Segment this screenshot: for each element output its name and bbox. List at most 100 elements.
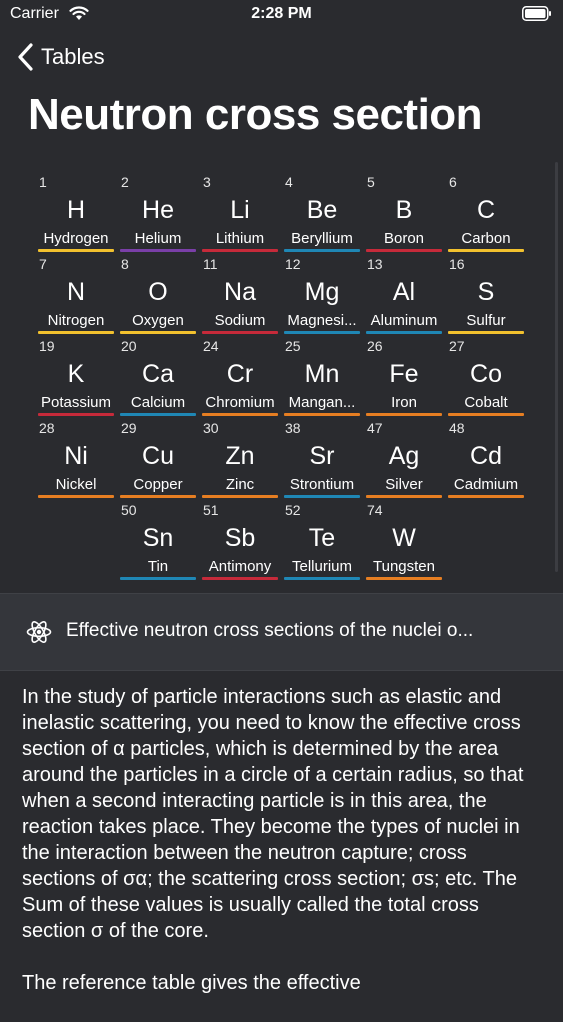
element-symbol: B <box>395 196 413 224</box>
atomic-number: 2 <box>121 174 129 190</box>
element-name: Sulfur <box>466 312 506 329</box>
element-cell-n[interactable]: 7 N Nitrogen <box>36 252 116 334</box>
atomic-number: 48 <box>449 420 465 436</box>
element-name: Nitrogen <box>47 312 105 329</box>
chevron-left-icon <box>18 43 33 71</box>
element-name: Helium <box>134 230 182 247</box>
category-bar <box>202 577 278 580</box>
info-row-title: Effective neutron cross sections of the … <box>66 620 474 641</box>
element-cell-sr[interactable]: 38 Sr Strontium <box>282 416 362 498</box>
element-symbol: O <box>148 278 168 306</box>
element-cell-mn[interactable]: 25 Mn Mangan... <box>282 334 362 416</box>
atomic-number: 29 <box>121 420 137 436</box>
element-symbol: Te <box>308 524 336 552</box>
element-cell-cd[interactable]: 48 Cd Cadmium <box>446 416 526 498</box>
description-paragraph: In the study of particle interactions su… <box>22 686 524 942</box>
element-cell-c[interactable]: 6 C Carbon <box>446 170 526 252</box>
element-cell-cu[interactable]: 29 Cu Copper <box>118 416 198 498</box>
atomic-number: 3 <box>203 174 211 190</box>
atomic-number: 28 <box>39 420 55 436</box>
element-cell-sn[interactable]: 50 Sn Tin <box>118 498 198 580</box>
atomic-number: 52 <box>285 502 301 518</box>
element-symbol: Mn <box>304 360 340 388</box>
element-name: Cobalt <box>464 394 508 411</box>
atomic-number: 20 <box>121 338 137 354</box>
element-cell-fe[interactable]: 26 Fe Iron <box>364 334 444 416</box>
back-button[interactable]: Tables <box>16 40 105 74</box>
element-name: Tin <box>147 558 169 575</box>
element-symbol: Ag <box>388 442 420 470</box>
element-name: Lithium <box>215 230 265 247</box>
element-name: Silver <box>385 476 423 493</box>
element-symbol: Cr <box>226 360 254 388</box>
battery-icon <box>522 6 551 21</box>
element-name: Potassium <box>40 394 112 411</box>
atomic-number: 47 <box>367 420 383 436</box>
element-cell-he[interactable]: 2 He Helium <box>118 170 198 252</box>
category-bar <box>366 577 442 580</box>
element-symbol: Be <box>306 196 338 224</box>
element-cell-al[interactable]: 13 Al Aluminum <box>364 252 444 334</box>
atomic-number: 25 <box>285 338 301 354</box>
atomic-number: 8 <box>121 256 129 272</box>
element-symbol: Ca <box>142 360 174 388</box>
atomic-number: 30 <box>203 420 219 436</box>
element-cell-ca[interactable]: 20 Ca Calcium <box>118 334 198 416</box>
element-name: Magnesi... <box>287 312 357 329</box>
element-cell-co[interactable]: 27 Co Cobalt <box>446 334 526 416</box>
element-symbol: K <box>67 360 85 388</box>
element-cell-b[interactable]: 5 B Boron <box>364 170 444 252</box>
info-row[interactable]: Effective neutron cross sections of the … <box>0 593 563 671</box>
atomic-number: 5 <box>367 174 375 190</box>
element-name: Oxygen <box>132 312 184 329</box>
description-paragraph: The reference table gives the effective <box>22 972 361 994</box>
element-symbol: S <box>477 278 495 306</box>
scroll-indicator[interactable] <box>555 162 558 572</box>
element-symbol: Co <box>470 360 502 388</box>
page-title: Neutron cross section <box>28 90 483 139</box>
element-name: Iron <box>391 394 417 411</box>
element-cell-mg[interactable]: 12 Mg Magnesi... <box>282 252 362 334</box>
atomic-number: 24 <box>203 338 219 354</box>
element-cell-zn[interactable]: 30 Zn Zinc <box>200 416 280 498</box>
element-symbol: C <box>476 196 496 224</box>
atomic-number: 26 <box>367 338 383 354</box>
element-symbol: Cu <box>142 442 174 470</box>
element-cell-be[interactable]: 4 Be Beryllium <box>282 170 362 252</box>
back-label: Tables <box>41 44 105 69</box>
element-cell-te[interactable]: 52 Te Tellurium <box>282 498 362 580</box>
element-cell-na[interactable]: 11 Na Sodium <box>200 252 280 334</box>
element-symbol: Mg <box>304 278 340 306</box>
status-bar: Carrier 2:28 PM <box>0 0 563 30</box>
element-name: Boron <box>383 230 425 247</box>
atomic-number: 27 <box>449 338 465 354</box>
element-cell-h[interactable]: 1 H Hydrogen <box>36 170 116 252</box>
atomic-number: 4 <box>285 174 293 190</box>
element-cell-sb[interactable]: 51 Sb Antimony <box>200 498 280 580</box>
element-symbol: Sb <box>224 524 256 552</box>
element-cell-cr[interactable]: 24 Cr Chromium <box>200 334 280 416</box>
atomic-number: 11 <box>203 256 218 272</box>
element-name: Nickel <box>55 476 97 493</box>
category-bar <box>38 495 114 498</box>
category-bar <box>448 495 524 498</box>
atomic-number: 38 <box>285 420 301 436</box>
element-cell-ni[interactable]: 28 Ni Nickel <box>36 416 116 498</box>
element-name: Hydrogen <box>43 230 109 247</box>
element-cell-s[interactable]: 16 S Sulfur <box>446 252 526 334</box>
atomic-number: 50 <box>121 502 137 518</box>
element-cell-k[interactable]: 19 K Potassium <box>36 334 116 416</box>
atomic-number: 1 <box>39 174 47 190</box>
element-symbol: Ni <box>64 442 88 470</box>
element-cell-ag[interactable]: 47 Ag Silver <box>364 416 444 498</box>
element-cell-li[interactable]: 3 Li Lithium <box>200 170 280 252</box>
element-name: Tellurium <box>291 558 352 575</box>
element-cell-o[interactable]: 8 O Oxygen <box>118 252 198 334</box>
category-bar <box>120 577 196 580</box>
element-symbol: Na <box>224 278 256 306</box>
element-name: Antimony <box>208 558 272 575</box>
element-symbol: N <box>66 278 86 306</box>
element-symbol: W <box>392 524 416 552</box>
element-cell-w[interactable]: 74 W Tungsten <box>364 498 444 580</box>
element-name: Chromium <box>205 394 275 411</box>
